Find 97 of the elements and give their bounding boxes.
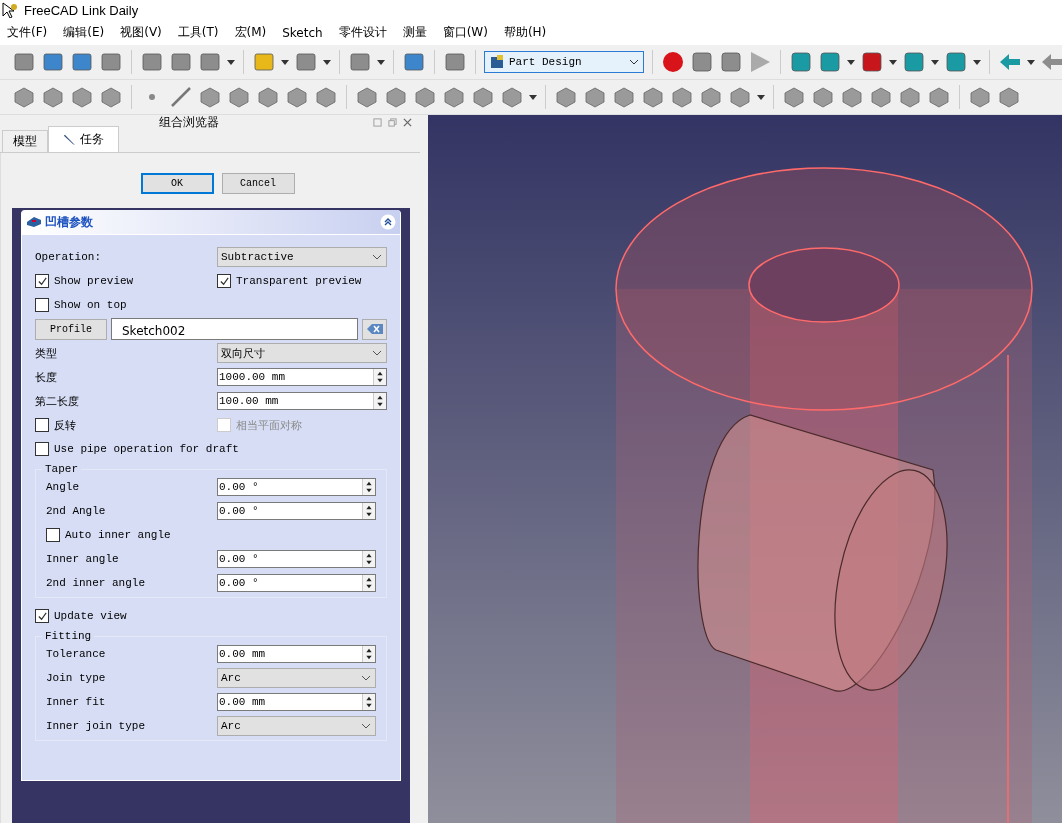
menu-item[interactable]: 文件(F) [7,24,48,41]
profile-button[interactable]: Profile [35,318,107,340]
backspace-icon [365,323,384,335]
field-label: Join type [45,672,107,684]
spin-box[interactable]: 0.00 ° [217,502,376,520]
restore-icon[interactable] [388,118,397,127]
caret-icon[interactable] [529,94,537,100]
checkbox[interactable] [217,274,231,288]
menu-item[interactable]: 窗口(W) [442,24,488,41]
checkbox-label: Use pipe operation for draft [54,443,239,455]
field-label: 长度 [35,370,58,385]
profile-field[interactable]: Sketch002 [111,318,358,340]
spin-arrows-icon[interactable] [362,694,375,710]
model-view-drawing[interactable] [428,115,1062,823]
field-label: Inner join type [45,720,147,732]
play-icon[interactable] [748,50,772,74]
checkbox[interactable] [35,609,49,623]
checkbox-label: Transparent preview [236,275,362,287]
chevron-down-icon [629,59,639,65]
spin-box[interactable]: 100.00 mm [217,392,387,410]
menu-item[interactable]: 测量 [402,24,427,41]
spin-arrows-icon[interactable] [362,551,375,567]
spin-arrows-icon[interactable] [362,575,375,591]
spin-arrows-icon[interactable] [373,393,386,409]
clear-button[interactable] [362,318,387,340]
pencil-icon [63,133,76,146]
spin-box[interactable]: 1000.00 mm [217,368,387,386]
workbench-dropdown[interactable]: Part Design [484,51,644,73]
line-icon[interactable] [169,85,193,109]
checkbox[interactable] [35,298,49,312]
spin-box[interactable]: 0.00 ° [217,550,376,568]
chevron-down-icon [372,254,382,260]
ok-button[interactable]: OK [140,173,214,194]
spin-box[interactable]: 0.00 mm [217,645,376,663]
spin-arrows-icon[interactable] [362,479,375,495]
menu-item[interactable]: Sketch [282,25,323,40]
checkbox[interactable] [35,418,49,432]
field-label: Angle [45,481,80,493]
field-label: Operation: [35,251,102,263]
spin-box[interactable]: 0.00 ° [217,478,376,496]
menu-item[interactable]: 编辑(E) [63,24,105,41]
chevron-down-icon [372,350,382,356]
menu-item[interactable]: 零件设计 [338,24,387,41]
close-icon[interactable] [403,118,412,127]
caret-icon[interactable] [847,59,855,65]
caret-icon[interactable] [227,59,235,65]
field-label: Tolerance [45,648,107,660]
checkbox-label: Show preview [54,275,134,287]
dropdown[interactable]: Arc [217,716,376,736]
checkbox-label: Show on top [54,299,127,311]
dropdown[interactable]: Arc [217,668,376,688]
field-label: Inner fit [45,696,107,708]
field-label: 类型 [35,346,58,361]
checkbox[interactable] [35,274,49,288]
field-label: 第二长度 [35,394,80,409]
record-icon[interactable] [661,50,685,74]
checkbox[interactable] [46,528,60,542]
dropdown[interactable]: Subtractive [217,247,387,267]
part-design-icon [489,54,505,70]
group-title: Fitting [44,630,93,642]
caret-icon[interactable] [1027,59,1035,65]
checkbox-label: 相当平面对称 [236,418,302,433]
checkbox-label: Update view [54,610,127,622]
spin-arrows-icon[interactable] [362,503,375,519]
chevron-down-icon [361,675,371,681]
spin-arrows-icon[interactable] [362,646,375,662]
tab[interactable]: 任务 [48,126,119,152]
spin-box[interactable]: 0.00 ° [217,574,376,592]
window-title: FreeCAD Link Daily [24,2,139,18]
caret-icon[interactable] [323,59,331,65]
caret-icon[interactable] [931,59,939,65]
checkbox-label: Auto inner angle [65,529,171,541]
dropdown[interactable]: 双向尺寸 [217,343,387,363]
stop-icon[interactable] [690,50,714,74]
caret-icon[interactable] [281,59,289,65]
panel-title: 组合浏览器 [157,114,220,131]
menu-item[interactable]: 工具(T) [177,24,219,41]
collapse-icon[interactable] [380,214,396,230]
panel-heading: 凹槽参数 [45,213,94,231]
group-title: Taper [44,463,79,475]
spin-arrows-icon[interactable] [373,369,386,385]
field-label: 2nd Angle [45,505,107,517]
checkbox-label: 反转 [54,418,76,433]
caret-icon[interactable] [757,94,765,100]
menu-item[interactable]: 帮助(H) [503,24,547,41]
menu-item[interactable]: 宏(M) [234,24,267,41]
chevron-down-icon [361,723,371,729]
menu-item[interactable]: 视图(V) [120,24,162,41]
caret-icon[interactable] [889,59,897,65]
tab[interactable]: 模型 [2,130,48,152]
spin-box[interactable]: 0.00 mm [217,693,376,711]
caret-icon[interactable] [973,59,981,65]
caret-icon[interactable] [377,59,385,65]
field-label: Inner angle [45,553,120,565]
cancel-button[interactable]: Cancel [221,173,295,194]
checkbox[interactable] [35,442,49,456]
field-label: 2nd inner angle [45,577,147,589]
